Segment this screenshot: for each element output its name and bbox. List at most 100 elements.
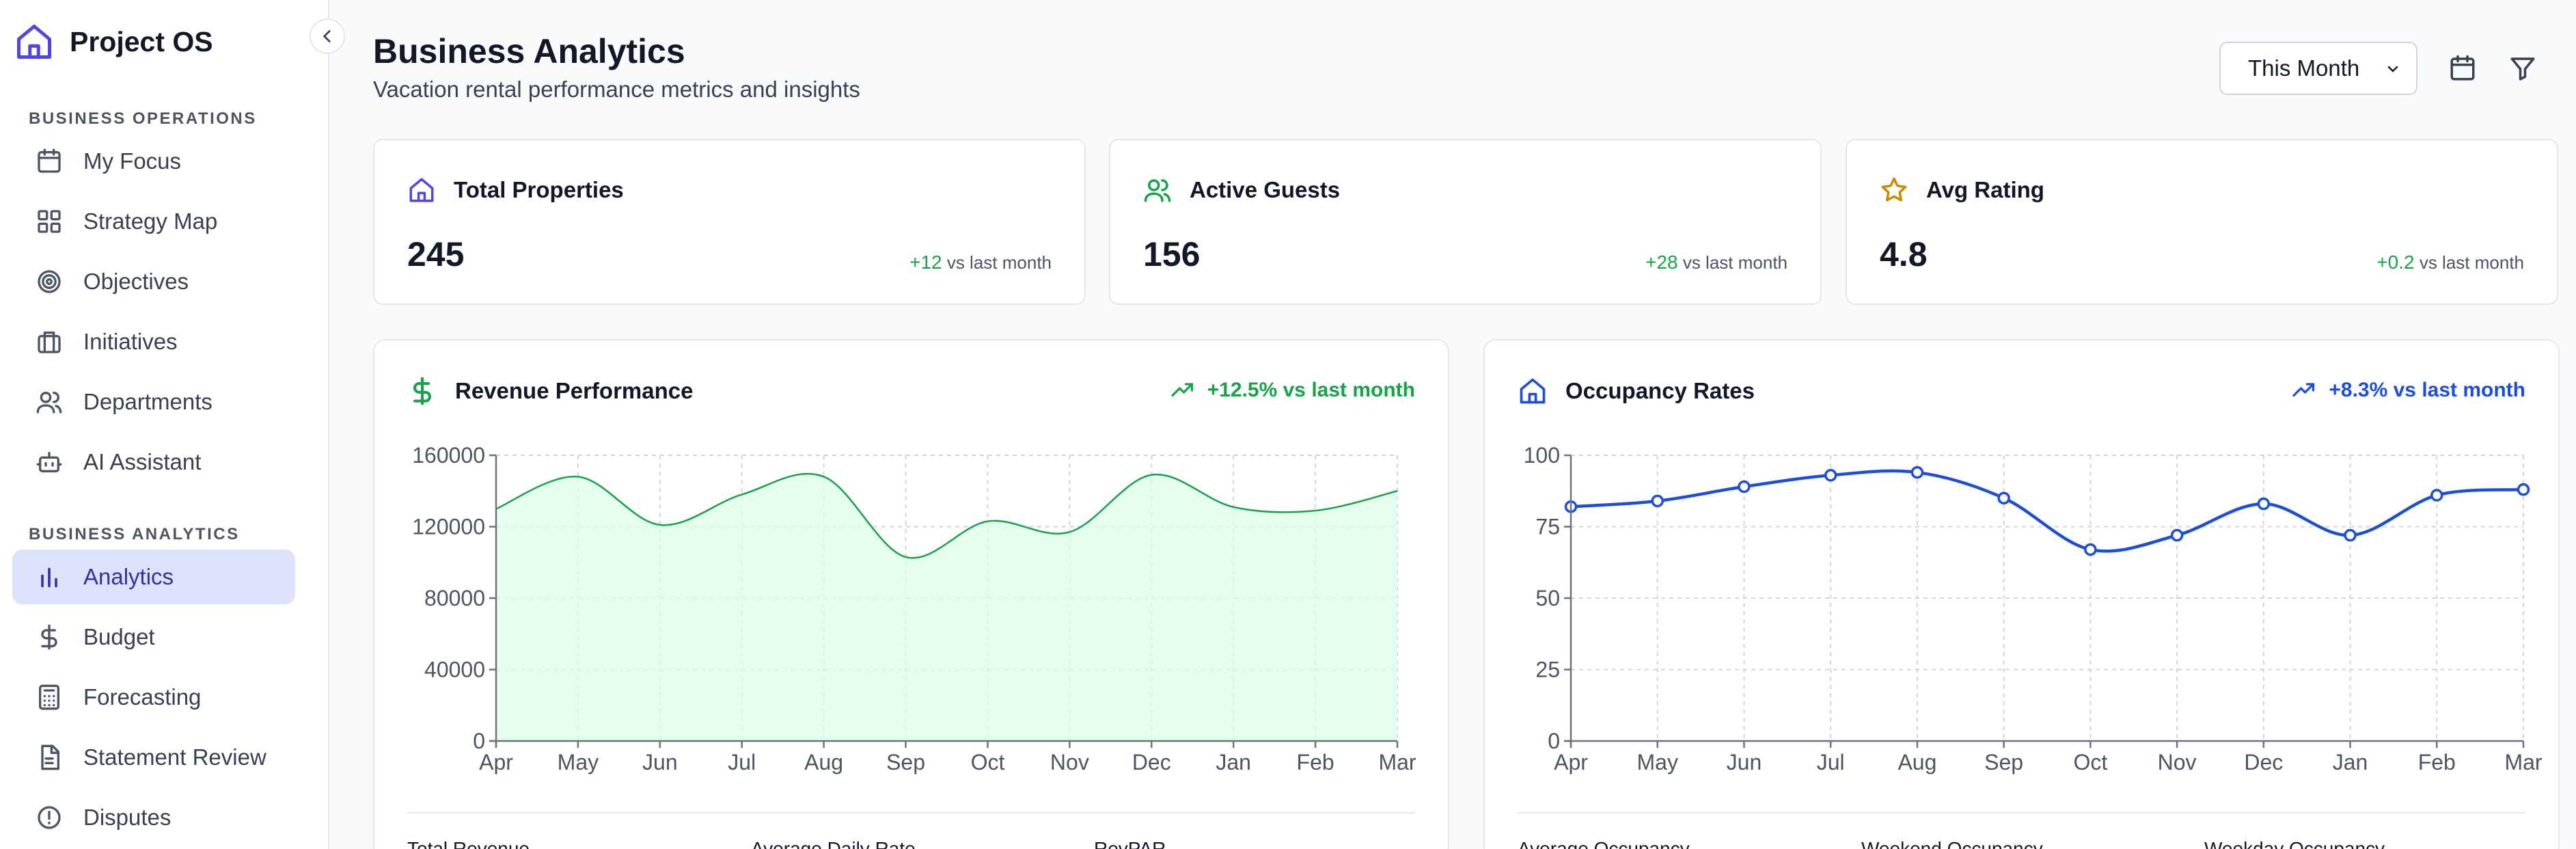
users-icon bbox=[36, 392, 62, 414]
stat-value: 156 bbox=[1143, 235, 1201, 273]
stat-delta-value: +0.2 bbox=[2376, 252, 2415, 273]
page-subtitle: Vacation rental performance metrics and … bbox=[373, 77, 860, 102]
metric-label: Weekend Occupancy bbox=[1861, 838, 2043, 849]
x-tick-label: Apr bbox=[1554, 750, 1588, 774]
calendar-icon bbox=[2450, 55, 2475, 81]
dollar-icon bbox=[413, 377, 431, 405]
x-tick-label: Feb bbox=[2418, 750, 2456, 774]
data-point bbox=[2170, 528, 2184, 542]
sidebar-item-label: Initiatives bbox=[83, 329, 178, 354]
briefcase-icon bbox=[38, 332, 61, 353]
home-icon bbox=[1520, 378, 1546, 404]
area-fill bbox=[496, 474, 1397, 741]
data-point bbox=[2257, 497, 2271, 511]
dollar-icon bbox=[41, 624, 57, 650]
y-tick-label: 80000 bbox=[424, 586, 485, 610]
sidebar-item-initiatives[interactable]: Initiatives bbox=[12, 314, 295, 369]
main-content: Business Analytics Vacation rental perfo… bbox=[329, 0, 2576, 849]
x-tick-label: Jun bbox=[1727, 750, 1762, 774]
occupancy-rates-card: 0 25 50 75 100 Apr May Jun Jul Aug Sep Oct Nov Dec Jan… bbox=[1483, 339, 2560, 849]
bar-chart-icon bbox=[41, 567, 57, 588]
x-tick-label: Sep bbox=[1984, 750, 2023, 774]
y-tick-label: 100 bbox=[1524, 443, 1560, 468]
sidebar-item-strategy-map[interactable]: Strategy Map bbox=[12, 194, 295, 249]
data-point bbox=[1910, 466, 1924, 479]
section-title-business-operations: Business Operations bbox=[29, 109, 257, 128]
sidebar-item-label: Disputes bbox=[83, 805, 172, 830]
page-title: Business Analytics bbox=[373, 32, 685, 70]
revenue-performance-card: 0 40000 80000 120000 160000 Apr May Jun Jul Aug Se… bbox=[373, 339, 1449, 849]
sidebar-item-disputes[interactable]: Disputes bbox=[12, 790, 295, 845]
stat-delta: +0.2 vs last month bbox=[2376, 252, 2524, 273]
home-icon bbox=[409, 178, 434, 202]
alert-circle-icon bbox=[38, 806, 61, 829]
stat-card-avg-rating: Avg Rating 4.8 +0.2 vs last month bbox=[1846, 139, 2558, 305]
sidebar-item-label: Forecasting bbox=[83, 684, 202, 710]
collapse-sidebar-button[interactable] bbox=[310, 18, 345, 54]
x-tick-label: Oct bbox=[2073, 750, 2107, 774]
metric-label: Total Revenue bbox=[407, 838, 530, 849]
stat-value: 4.8 bbox=[1880, 235, 1928, 273]
sidebar-item-analytics[interactable]: Analytics bbox=[12, 550, 295, 604]
sidebar-item-my-focus[interactable]: My Focus bbox=[12, 134, 295, 189]
occupancy-chart: 0255075100Apr May Jun Jul Aug Sep Oct Nov Dec Jan… bbox=[1524, 443, 2543, 774]
trending-up-icon bbox=[2292, 383, 2315, 397]
y-tick-label: 50 bbox=[1535, 586, 1560, 610]
revenue-chart: 04000080000120000160000Apr May Jun Jul Aug Se… bbox=[412, 443, 1416, 774]
filter-button[interactable] bbox=[2504, 49, 2542, 87]
sidebar-item-ai-assistant[interactable]: AI Assistant bbox=[12, 435, 295, 489]
grid-icon bbox=[38, 210, 61, 233]
star-icon bbox=[1881, 177, 1907, 202]
stat-delta-suffix: vs last month bbox=[946, 252, 1052, 273]
data-point bbox=[2084, 543, 2097, 556]
y-tick-label: 75 bbox=[1535, 515, 1560, 539]
sidebar-item-statement-review[interactable]: Statement Review bbox=[12, 730, 295, 785]
stat-delta-value: +12 bbox=[909, 252, 942, 273]
x-tick-label: Mar bbox=[2504, 750, 2542, 774]
stat-delta-value: +28 bbox=[1645, 252, 1678, 273]
sidebar-item-label: Analytics bbox=[83, 564, 174, 589]
sidebar-item-objectives[interactable]: Objectives bbox=[12, 254, 295, 309]
sidebar-item-label: Strategy Map bbox=[83, 208, 218, 234]
x-tick-label: Jul bbox=[728, 750, 756, 774]
stat-delta: +28 vs last month bbox=[1645, 252, 1787, 273]
sidebar-item-label: My Focus bbox=[83, 148, 182, 174]
x-tick-label: Jan bbox=[2333, 750, 2368, 774]
users-icon bbox=[1144, 179, 1171, 202]
metric-label: Average Daily Rate bbox=[751, 838, 916, 849]
card-title: Occupancy Rates bbox=[1565, 378, 1755, 403]
stat-label: Total Properties bbox=[454, 177, 624, 202]
series-line bbox=[1570, 469, 2524, 553]
x-tick-label: May bbox=[1637, 750, 1678, 774]
y-tick-label: 120000 bbox=[412, 515, 485, 539]
data-point bbox=[1738, 480, 1751, 494]
metric-label: Average Occupancy bbox=[1518, 838, 1690, 849]
y-tick-label: 25 bbox=[1535, 658, 1560, 682]
calendar-button[interactable] bbox=[2443, 49, 2482, 87]
sidebar-item-departments[interactable]: Departments bbox=[12, 375, 295, 429]
section-title-business-analytics: Business Analytics bbox=[29, 525, 240, 543]
stat-label: Avg Rating bbox=[1926, 177, 2044, 202]
x-tick-label: May bbox=[558, 750, 599, 774]
stat-value: 245 bbox=[407, 235, 465, 273]
period-select[interactable]: This Month bbox=[2219, 42, 2417, 95]
x-tick-label: Aug bbox=[804, 750, 843, 774]
period-select-value: This Month bbox=[2248, 55, 2360, 81]
x-tick-label: Apr bbox=[479, 750, 513, 774]
card-title: Revenue Performance bbox=[455, 378, 694, 403]
x-tick-label: Jan bbox=[1216, 750, 1251, 774]
stat-delta-suffix: vs last month bbox=[2419, 252, 2524, 273]
data-point bbox=[1651, 494, 1664, 508]
x-tick-label: Aug bbox=[1897, 750, 1936, 774]
sidebar-item-label: Budget bbox=[83, 624, 155, 649]
sidebar-item-label: Statement Review bbox=[83, 744, 266, 770]
sidebar-item-budget[interactable]: Budget bbox=[12, 610, 295, 664]
calculator-icon bbox=[39, 684, 59, 710]
filter-icon bbox=[2510, 57, 2535, 81]
divider bbox=[1518, 812, 2525, 813]
divider bbox=[407, 812, 1415, 813]
brand[interactable]: Project OS bbox=[14, 18, 213, 66]
bot-icon bbox=[36, 452, 62, 472]
x-tick-label: Dec bbox=[2244, 750, 2283, 774]
sidebar-item-forecasting[interactable]: Forecasting bbox=[12, 670, 295, 725]
